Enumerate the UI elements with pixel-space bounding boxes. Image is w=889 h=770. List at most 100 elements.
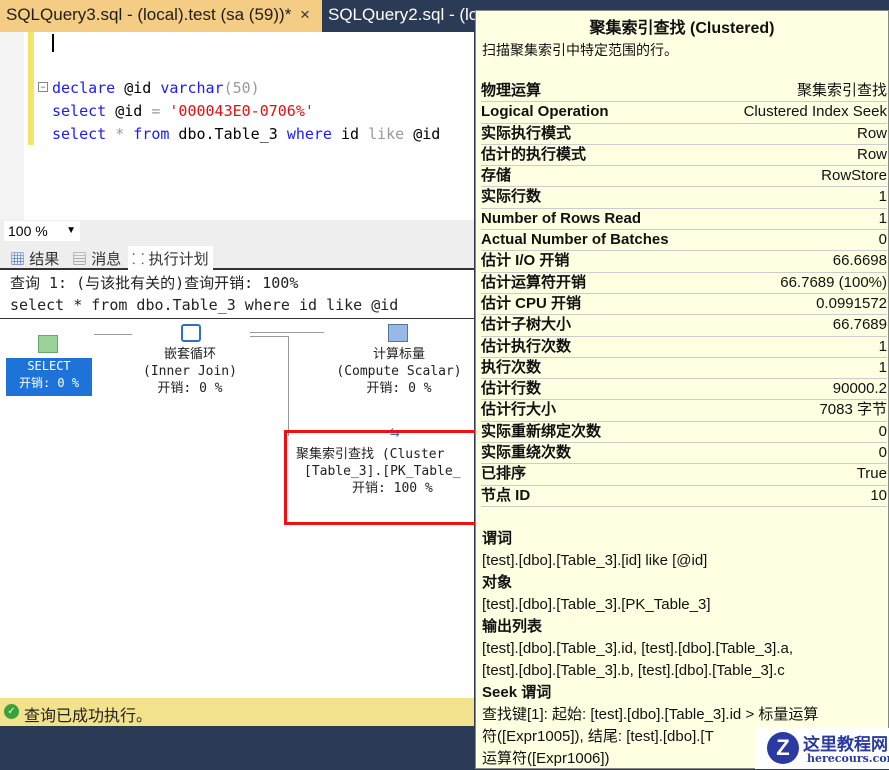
watermark: Z这里教程网herecours.com [755,728,889,769]
grid-icon: ▦ [10,251,26,268]
property-name: 估计 CPU 开销 [481,294,582,312]
property-row: 节点 ID 10 [481,486,887,507]
property-name: 实际执行模式 [481,124,572,142]
property-row: Number of Rows Read 1 [481,209,887,231]
property-value: Row [856,145,887,163]
property-name: Actual Number of Batches [481,231,669,249]
result-tabs: ▦ 结果 ▤ 消息 ⸬ 执行计划 [0,242,474,270]
tooltip-description: 扫描聚集索引中特定范围的行。 [482,42,678,58]
tab-sqlquery3[interactable]: SQLQuery3.sql - (local).test (sa (59))* × [0,0,322,32]
property-name: 估计 I/O 开销 [481,252,570,270]
zoom-bar: 100 % ▼ [0,220,474,242]
property-value: 0.0991572 [816,294,887,312]
property-name: 估计的执行模式 [481,145,587,163]
property-value: 聚集索引查找 [796,82,887,99]
property-row: 存储 RowStore [481,166,887,188]
property-value: 66.6698 [832,252,887,270]
query-editor[interactable]: − declare @id varchar(50) select @id = '… [0,32,474,220]
property-name: 估计行大小 [481,401,557,419]
property-name: Number of Rows Read [481,209,642,227]
property-name: 存储 [481,167,512,185]
property-row: 实际执行模式 Row [481,124,887,145]
property-value: 1 [878,358,887,376]
property-row: 估计执行次数 1 [481,337,887,358]
zoom-select[interactable]: 100 % ▼ [4,221,80,241]
property-table: 物理运算 聚集索引查找 Logical Operation Clustered Ind… [481,81,887,507]
tab-label: SQLQuery3.sql - (local).test (sa (59))* [6,5,292,24]
property-value: True [856,465,887,483]
property-value: 1 [878,209,887,227]
tab-label: 结果 [29,251,60,268]
property-row: 估计行大小 7083 字节 [481,400,887,422]
chevron-down-icon: ▼ [66,225,76,236]
property-value: 1 [878,337,887,355]
plan-node-select[interactable]: SELECT 开销: 0 % [6,358,92,396]
property-row: 执行次数 1 [481,358,887,380]
property-name: 物理运算 [481,82,542,99]
success-icon: ✓ [4,704,19,719]
watermark-logo-icon: Z [767,732,799,764]
query-cost-header: 查询 1: (与该批有关的)查询开销: 100% [10,274,299,292]
tab-sqlquery2[interactable]: SQLQuery2.sql - (lo [322,0,484,32]
property-row: 估计运算符开销 66.7689 (100%) [481,273,887,294]
close-icon[interactable]: × [300,5,310,25]
property-row: 估计的执行模式 Row [481,145,887,167]
output-list-section: 输出列表 [test].[dbo].[Table_3].id, [test].[d… [482,618,794,679]
operator-tooltip: 聚集索引查找 (Clustered) 扫描聚集索引中特定范围的行。 物理运算 聚集… [475,10,889,769]
tab-messages[interactable]: ▤ 消息 [68,246,125,270]
property-row: 已排序 True [481,464,887,486]
property-row: 实际重绕次数 0 [481,443,887,465]
property-row: Actual Number of Batches 0 [481,230,887,252]
tab-execution-plan[interactable]: ⸬ 执行计划 [128,246,213,270]
property-name: 估计子树大小 [481,316,572,334]
property-value: 7083 字节 [819,401,887,419]
property-name: 实际重新绑定次数 [481,422,602,440]
editor-gutter [0,32,24,220]
property-value: 0 [878,422,887,440]
code-line-1: declare @id varchar(50) [52,79,260,97]
select-icon [38,335,58,353]
collapse-icon[interactable]: − [38,82,48,92]
property-row: 实际行数 1 [481,187,887,209]
property-value: 1 [878,188,887,206]
property-name: 实际重绕次数 [481,444,572,462]
property-name: 估计行数 [481,380,542,398]
property-row: 估计行数 90000.2 [481,379,887,401]
compute-scalar-icon [388,324,408,342]
property-row: 估计 I/O 开销 66.6698 [481,251,887,273]
property-row: Logical Operation Clustered Index Seek [481,102,887,124]
change-marker [28,32,34,145]
property-row: 物理运算 聚集索引查找 [481,81,887,103]
object-section: 对象 [test].[dbo].[Table_3].[PK_Table_3] [482,574,711,613]
property-value: 0 [878,231,887,249]
highlight-box [284,430,480,525]
tooltip-title: 聚集索引查找 (Clustered) [589,20,775,37]
plan-icon: ⸬ [132,251,145,268]
tab-label: 执行计划 [148,251,209,268]
message-icon: ▤ [72,251,88,268]
code-line-2: select @id = '000043E0-0706%' [52,102,314,120]
property-row: 估计子树大小 66.7689 [481,315,887,337]
query-text: select * from dbo.Table_3 where id like … [10,296,399,314]
status-bar: ✓ 查询已成功执行。 [0,698,474,726]
predicate-section: 谓词 [test].[dbo].[Table_3].[id] like [@id] [482,530,708,569]
property-name: 执行次数 [481,358,542,376]
property-value: 90000.2 [832,380,887,398]
plan-node-nested-loops[interactable]: 嵌套循环 (Inner Join) 开销: 0 % [130,346,250,397]
nested-loops-icon [181,324,201,342]
property-name: 估计运算符开销 [481,273,587,291]
property-value: Clustered Index Seek [743,103,887,121]
tab-label: 消息 [91,251,122,268]
property-name: 节点 ID [481,486,531,504]
property-name: 已排序 [481,465,527,483]
property-value: 10 [870,486,887,504]
property-value: 66.7689 (100%) [780,273,887,291]
property-value: 66.7689 [832,316,887,334]
status-text: 查询已成功执行。 [24,708,153,725]
text-caret [52,34,54,52]
property-row: 估计 CPU 开销 0.0991572 [481,294,887,316]
tab-results[interactable]: ▦ 结果 [6,246,63,270]
plan-node-compute-scalar[interactable]: 计算标量 (Compute Scalar) 开销: 0 % [325,346,473,397]
zoom-value: 100 % [8,223,48,239]
property-value: RowStore [821,167,887,185]
